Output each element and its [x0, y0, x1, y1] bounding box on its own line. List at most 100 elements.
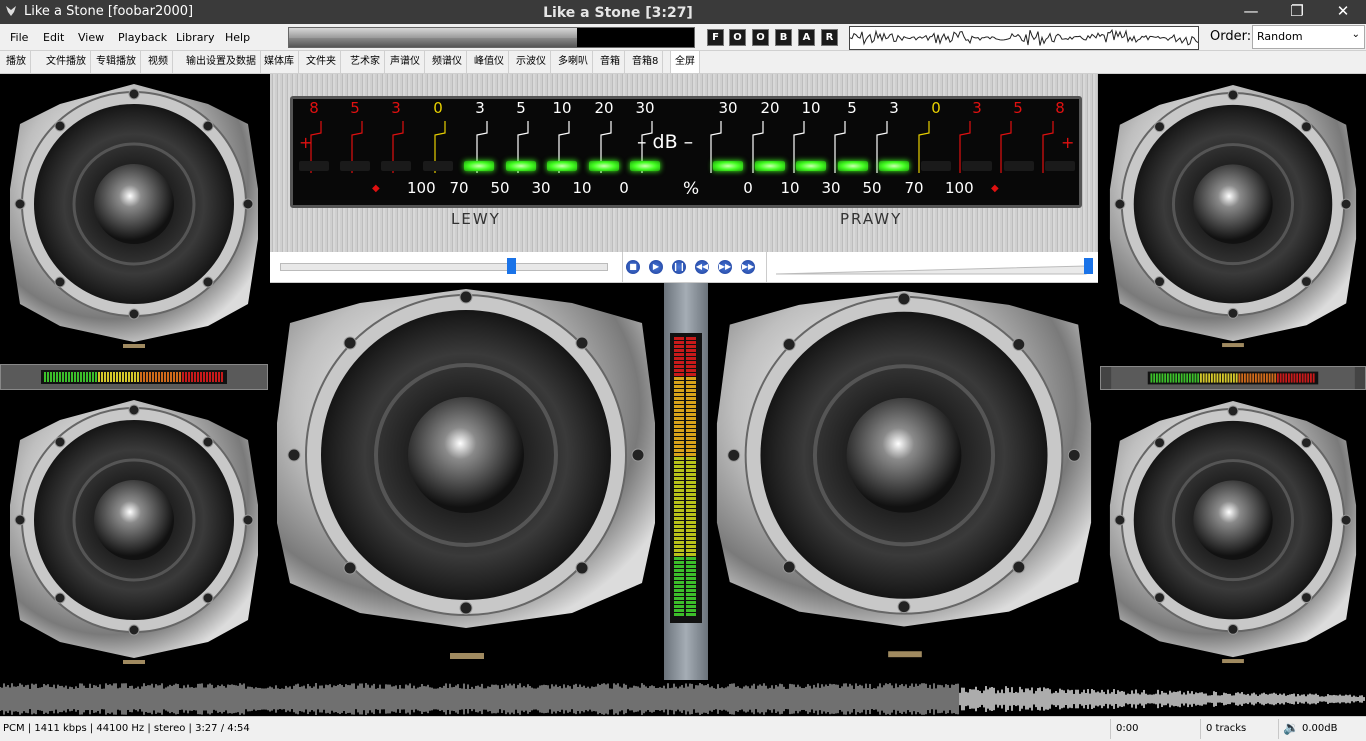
tab-11[interactable]: 示波仪 — [512, 51, 551, 73]
toolbar-seekbar[interactable] — [288, 27, 695, 48]
db-scale-left-4: 3 — [475, 99, 485, 117]
menu-edit[interactable]: Edit — [43, 31, 64, 44]
pause-button[interactable]: ❙❙ — [672, 260, 686, 274]
previous-icon: ◀◀ — [695, 262, 709, 271]
right-led-7 — [1004, 161, 1034, 171]
transport-bar: ■ ▶ ❙❙ ◀◀ ▶▶ ▶▶ — [270, 252, 1098, 283]
percent-right-3: 50 — [862, 179, 882, 197]
percent-right-4: 70 — [904, 179, 924, 197]
db-scale-left-3: 0 — [433, 99, 443, 117]
menu-library[interactable]: Library — [176, 31, 214, 44]
percent-left-0: 100 — [407, 179, 436, 197]
toolbar-button-o1[interactable]: O — [729, 29, 746, 46]
menu-view[interactable]: View — [78, 31, 104, 44]
play-icon: ▶ — [652, 262, 660, 271]
tab-10[interactable]: 峰值仪 — [470, 51, 509, 73]
left-led-1 — [340, 161, 370, 171]
status-format: PCM | 1411 kbps | 44100 Hz | stereo | 3:… — [3, 723, 250, 734]
speaker-volume-icon[interactable]: 🔉 — [1283, 721, 1299, 736]
toolbar-button-b[interactable]: B — [775, 29, 792, 46]
volume-slider-thumb[interactable] — [1084, 258, 1093, 274]
title-bar: Like a Stone [foobar2000] Like a Stone [… — [0, 0, 1366, 24]
speaker-large-icon — [270, 283, 662, 680]
left-led-6 — [547, 161, 577, 171]
volume-slider-track[interactable] — [776, 258, 1092, 276]
tab-7[interactable]: 艺术家 — [346, 51, 385, 73]
right-led-2 — [796, 161, 826, 171]
db-scale-right-1: 20 — [760, 99, 780, 117]
play-button[interactable]: ▶ — [649, 260, 663, 274]
position-slider-track[interactable] — [280, 263, 608, 271]
speaker-panel-right-bottom — [1100, 390, 1366, 680]
minimize-icon: — — [1243, 2, 1259, 20]
db-scale-right-6: 3 — [972, 99, 982, 117]
toolbar-button-a[interactable]: A — [798, 29, 815, 46]
db-scale-left-1: 5 — [350, 99, 360, 117]
tab-1[interactable]: 文件播放 — [42, 51, 91, 73]
menu-help[interactable]: Help — [225, 31, 250, 44]
speaker-panel-center-right — [710, 283, 1098, 680]
speaker-panel-left-bottom — [0, 390, 268, 680]
tab-15[interactable]: 全屏 — [670, 51, 700, 73]
db-scale-right-5: 0 — [931, 99, 941, 117]
speaker-small-icon — [1100, 390, 1366, 680]
left-led-3 — [423, 161, 453, 171]
tab-2[interactable]: 专辑播放 — [92, 51, 141, 73]
restore-button[interactable]: ❐ — [1274, 0, 1320, 24]
db-scale-left-7: 20 — [594, 99, 614, 117]
random-button[interactable]: ▶▶ — [741, 260, 755, 274]
menu-playback[interactable]: Playback — [118, 31, 167, 44]
restore-icon: ❐ — [1290, 2, 1304, 20]
tab-14[interactable]: 音箱8 — [628, 51, 664, 73]
divider — [1200, 719, 1201, 739]
tab-5[interactable]: 媒体库 — [260, 51, 299, 73]
vertical-vu-leds — [670, 333, 702, 623]
right-led-1 — [755, 161, 785, 171]
percent-left-1: 70 — [449, 179, 469, 197]
menu-file[interactable]: File — [10, 31, 28, 44]
tab-8[interactable]: 声谱仪 — [386, 51, 425, 73]
left-led-7 — [589, 161, 619, 171]
tab-3[interactable]: 视频 — [144, 51, 173, 73]
pause-icon: ❙❙ — [672, 262, 686, 271]
previous-button[interactable]: ◀◀ — [695, 260, 709, 274]
toolbar-button-f[interactable]: F — [707, 29, 724, 46]
right-led-0 — [713, 161, 743, 171]
close-icon: ✕ — [1336, 2, 1350, 20]
speaker-panel-center-left — [270, 283, 662, 680]
close-button[interactable]: ✕ — [1320, 0, 1366, 24]
left-led-4 — [464, 161, 494, 171]
db-scale-right-4: 3 — [889, 99, 899, 117]
toolbar-button-o2[interactable]: O — [752, 29, 769, 46]
mini-waveform — [849, 26, 1199, 50]
position-slider-thumb[interactable] — [507, 258, 517, 274]
percent-left-5: 0 — [619, 179, 629, 197]
meter-face: – dB – + + % ◆ ◆ 8 5 3 0 3 5 10 20 30 30 20 10 5 3 0 3 5… — [290, 96, 1082, 208]
right-led-3 — [838, 161, 868, 171]
tab-13[interactable]: 音箱 — [596, 51, 625, 73]
chevron-down-icon: ⌄ — [1351, 29, 1360, 40]
toolbar-button-r[interactable]: R — [821, 29, 838, 46]
tab-9[interactable]: 频谱仪 — [428, 51, 467, 73]
status-volume: 0.00dB — [1302, 723, 1338, 734]
waveform-seekbar[interactable] — [0, 682, 1366, 716]
right-led-4 — [879, 161, 909, 171]
tab-4[interactable]: 输出设置及数据 — [182, 51, 261, 73]
db-scale-right-2: 10 — [801, 99, 821, 117]
db-scale-left-6: 10 — [552, 99, 572, 117]
speaker-small-icon — [1100, 74, 1366, 364]
divider — [1278, 719, 1279, 739]
next-button[interactable]: ▶▶ — [718, 260, 732, 274]
tab-6[interactable]: 文件夹 — [302, 51, 341, 73]
mini-waveform-line — [850, 28, 1198, 46]
stop-button[interactable]: ■ — [626, 260, 640, 274]
divider — [622, 252, 623, 282]
tab-0[interactable]: 播放 — [2, 51, 31, 73]
percent-right-5: 100 — [945, 179, 974, 197]
db-scale-left-5: 5 — [516, 99, 526, 117]
tab-12[interactable]: 多喇叭 — [554, 51, 593, 73]
status-bar: PCM | 1411 kbps | 44100 Hz | stereo | 3:… — [0, 716, 1366, 741]
vu-strip-right — [1100, 366, 1366, 390]
order-select[interactable]: Random ⌄ — [1252, 25, 1365, 49]
minimize-button[interactable]: — — [1228, 0, 1274, 24]
